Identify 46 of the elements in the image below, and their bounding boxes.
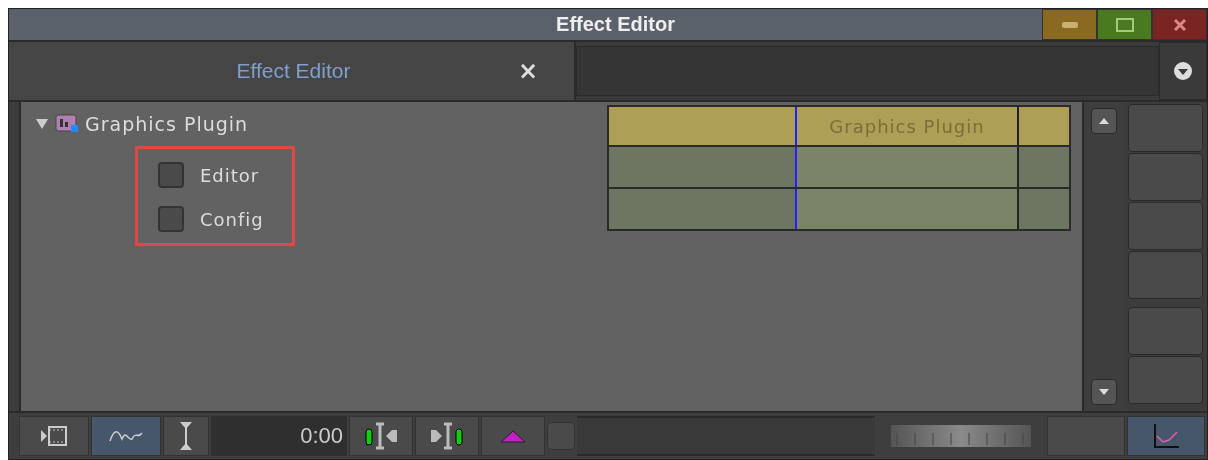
tree-item[interactable]: Editor — [200, 164, 260, 186]
tab-close-button[interactable]: × — [517, 57, 538, 85]
mark-out-icon — [430, 421, 464, 451]
up-arrow-icon — [1099, 118, 1109, 124]
close-button[interactable] — [1152, 9, 1207, 40]
checkbox[interactable] — [158, 162, 184, 188]
mark-in-icon — [364, 421, 398, 451]
ibeam-icon — [179, 421, 193, 451]
window-title: Effect Editor — [555, 13, 676, 36]
toolbar-button[interactable] — [19, 416, 89, 456]
maximize-button[interactable] — [1097, 9, 1152, 40]
tree-item[interactable]: Graphics Plugin — [85, 113, 249, 135]
dropdown-button[interactable] — [1159, 42, 1207, 100]
film-icon — [40, 425, 68, 447]
scroll-up-button[interactable] — [1091, 108, 1117, 134]
side-button[interactable] — [1128, 356, 1203, 404]
side-button[interactable] — [1128, 251, 1203, 299]
plugin-icon — [55, 114, 79, 134]
jog-wheel-drawing[interactable] — [891, 425, 1031, 447]
timeline-cell — [1019, 189, 1069, 229]
side-button[interactable] — [1128, 307, 1203, 355]
toolbar-button[interactable] — [91, 416, 161, 456]
scrollbar[interactable] — [1082, 102, 1124, 411]
timeline-cell — [1019, 107, 1069, 145]
toolbar-button[interactable] — [349, 416, 413, 456]
tab-label[interactable]: Effect Editor — [9, 59, 518, 83]
tree-item[interactable]: Config — [200, 208, 264, 230]
scroll-down-button[interactable] — [1091, 379, 1117, 405]
minimize-button[interactable] — [1042, 9, 1097, 40]
side-button[interactable] — [1128, 202, 1203, 250]
graph-button[interactable] — [1127, 416, 1205, 456]
editor-tab[interactable]: Effect Editor × — [9, 42, 576, 100]
side-button[interactable] — [1128, 153, 1203, 201]
triangle-icon — [499, 429, 527, 443]
checkbox[interactable] — [158, 206, 184, 232]
close-icon — [1172, 17, 1187, 32]
toolbar-button[interactable] — [415, 416, 479, 456]
timeline-cell — [1019, 147, 1069, 187]
down-arrow-icon — [1099, 389, 1109, 395]
toolbar-button[interactable] — [163, 416, 209, 456]
graph-icon — [1151, 422, 1181, 450]
dropdown-icon — [1173, 61, 1193, 81]
maximize-icon — [1114, 16, 1135, 33]
time-readout: 0:00 — [300, 423, 343, 449]
minimize-icon — [1059, 20, 1080, 29]
expand-triangle-icon[interactable] — [35, 118, 49, 130]
